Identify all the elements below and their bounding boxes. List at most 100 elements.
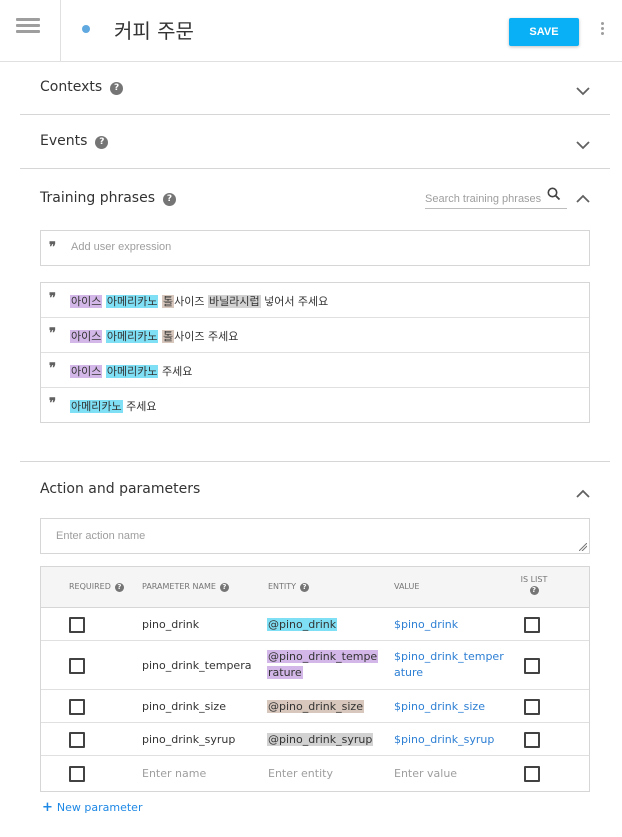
parameter-name[interactable]: pino_drink_syrup <box>142 732 235 748</box>
parameter-entity[interactable]: @pino_drink_syrup <box>267 732 374 748</box>
phrase-segment: 사이즈 주세요 <box>174 330 239 343</box>
value-text: $pino_drink_size <box>394 699 485 713</box>
add-user-expression-input[interactable] <box>71 241 571 253</box>
parameter-name[interactable]: pino_drink_size <box>142 699 226 715</box>
training-search <box>425 187 567 209</box>
events-section[interactable]: Events? <box>20 115 610 169</box>
table-row: pino_drink_tempera @pino_drink_temperatur… <box>41 641 589 690</box>
table-header: REQUIRED? PARAMETER NAME? ENTITY? VALUE … <box>41 567 589 608</box>
phrase-segment: 주세요 <box>158 365 193 378</box>
help-icon[interactable]: ? <box>114 583 124 592</box>
resize-handle-icon[interactable] <box>579 543 587 551</box>
table-body: pino_drink @pino_drink $pino_drink pino_dri… <box>41 608 589 791</box>
parameter-name[interactable]: pino_drink_tempera <box>142 658 251 674</box>
training-heading: Training phrases? <box>40 190 176 206</box>
annotated-entity[interactable]: 아이스 <box>70 365 103 378</box>
entity-input[interactable]: Enter entity <box>268 766 333 782</box>
training-phrase-row[interactable]: ❞ 아이스 아메리카노 톨사이즈 주세요 <box>41 318 589 353</box>
help-icon[interactable]: ? <box>219 583 229 592</box>
plus-icon: + <box>42 800 53 815</box>
value-text: ature <box>394 666 424 679</box>
required-checkbox[interactable] <box>69 698 85 715</box>
new-parameter-link[interactable]: + New parameter <box>42 800 142 815</box>
quote-icon: ❞ <box>49 326 56 341</box>
is-list-checkbox[interactable] <box>524 657 540 674</box>
training-phrase-text[interactable]: 아이스 아메리카노 톨사이즈 주세요 <box>70 328 238 344</box>
save-button[interactable]: SAVE <box>509 18 579 46</box>
is-list-checkbox[interactable] <box>524 698 540 715</box>
more-options-icon[interactable] <box>600 22 606 38</box>
required-checkbox[interactable] <box>69 765 85 782</box>
events-title: Events <box>40 133 88 149</box>
annotated-entity[interactable]: 아메리카노 <box>70 400 123 413</box>
parameter-value[interactable]: $pino_drink <box>394 617 458 633</box>
chevron-up-icon[interactable] <box>576 192 590 206</box>
value-text: $pino_drink <box>394 617 459 631</box>
parameter-entity[interactable]: @pino_drink <box>267 617 338 633</box>
required-checkbox[interactable] <box>69 731 85 748</box>
required-checkbox[interactable] <box>69 616 85 633</box>
training-phrase-row[interactable]: ❞ 아이스 아메리카노 톨사이즈 바닐라시럽 넣어서 주세요 <box>41 283 589 318</box>
annotated-entity[interactable]: 아메리카노 <box>105 295 159 308</box>
required-checkbox[interactable] <box>69 657 85 674</box>
quote-icon: ❞ <box>49 361 56 376</box>
intent-status-dot <box>82 25 90 33</box>
training-title: Training phrases <box>40 190 155 206</box>
training-phrase-row[interactable]: ❞ 아이스 아메리카노 주세요 <box>41 353 589 388</box>
annotated-entity[interactable]: 아메리카노 <box>105 330 159 343</box>
is-list-checkbox[interactable] <box>524 765 540 782</box>
parameter-name[interactable]: pino_drink <box>142 617 199 633</box>
column-required: REQUIRED? <box>69 582 124 592</box>
parameter-value[interactable]: $pino_drink_syrup <box>394 732 494 748</box>
entity-text: @pino_drink_syrup <box>267 732 374 746</box>
parameter-entity[interactable]: @pino_drink_temperature <box>267 649 379 681</box>
annotated-entity[interactable]: 아메리카노 <box>105 365 159 378</box>
training-phrase-text[interactable]: 아메리카노 주세요 <box>70 398 156 414</box>
quote-icon: ❞ <box>49 291 56 306</box>
add-expression-box: ❞ <box>40 230 590 266</box>
annotated-entity[interactable]: 아이스 <box>70 295 103 308</box>
help-icon[interactable]: ? <box>300 583 310 592</box>
intent-title[interactable]: 커피 주문 <box>114 15 194 44</box>
column-entity: ENTITY? <box>268 582 310 592</box>
contexts-title: Contexts <box>40 79 103 95</box>
header-divider <box>60 0 61 62</box>
chevron-down-icon[interactable] <box>576 138 590 152</box>
entity-text: rature <box>267 666 303 679</box>
parameter-value[interactable]: $pino_drink_size <box>394 699 485 715</box>
is-list-checkbox[interactable] <box>524 731 540 748</box>
training-phrase-row[interactable]: ❞ 아메리카노 주세요 <box>41 388 589 423</box>
parameter-name-input[interactable]: Enter name <box>142 766 206 782</box>
parameter-value[interactable]: $pino_drink_temperature <box>394 649 504 681</box>
parameter-entity[interactable]: @pino_drink_size <box>267 699 364 715</box>
menu-icon[interactable] <box>16 18 40 36</box>
search-icon[interactable] <box>547 187 561 201</box>
help-icon[interactable]: ? <box>110 82 124 95</box>
training-phrase-text[interactable]: 아이스 아메리카노 주세요 <box>70 363 192 379</box>
help-icon[interactable]: ? <box>529 586 539 595</box>
annotated-entity[interactable]: 아이스 <box>70 330 103 343</box>
phrase-segment: 주세요 <box>122 400 157 413</box>
table-row: pino_drink_size @pino_drink_size $pino_dri… <box>41 690 589 723</box>
annotated-entity[interactable]: 톨 <box>161 330 175 343</box>
chevron-down-icon[interactable] <box>576 84 590 98</box>
chevron-up-icon[interactable] <box>576 487 590 501</box>
action-name-input[interactable] <box>56 530 556 542</box>
contexts-heading: Contexts? <box>40 79 124 95</box>
help-icon[interactable]: ? <box>163 193 176 206</box>
entity-text: @pino_drink_tempe <box>267 650 379 663</box>
contexts-section[interactable]: Contexts? <box>20 62 610 115</box>
action-heading: Action and parameters <box>40 481 200 497</box>
value-input[interactable]: Enter value <box>394 766 457 782</box>
training-phrase-text[interactable]: 아이스 아메리카노 톨사이즈 바닐라시럽 넣어서 주세요 <box>70 293 328 309</box>
events-heading: Events? <box>40 133 109 149</box>
is-list-checkbox[interactable] <box>524 616 540 633</box>
annotated-entity[interactable]: 톨 <box>161 295 175 308</box>
quote-icon: ❞ <box>49 240 56 255</box>
phrase-segment: 사이즈 <box>174 295 208 308</box>
value-text: $pino_drink_temper <box>394 650 504 663</box>
search-training-input[interactable] <box>425 193 543 205</box>
help-icon[interactable]: ? <box>95 136 109 149</box>
quote-icon: ❞ <box>49 396 56 411</box>
annotated-entity[interactable]: 바닐라시럽 <box>207 295 261 308</box>
